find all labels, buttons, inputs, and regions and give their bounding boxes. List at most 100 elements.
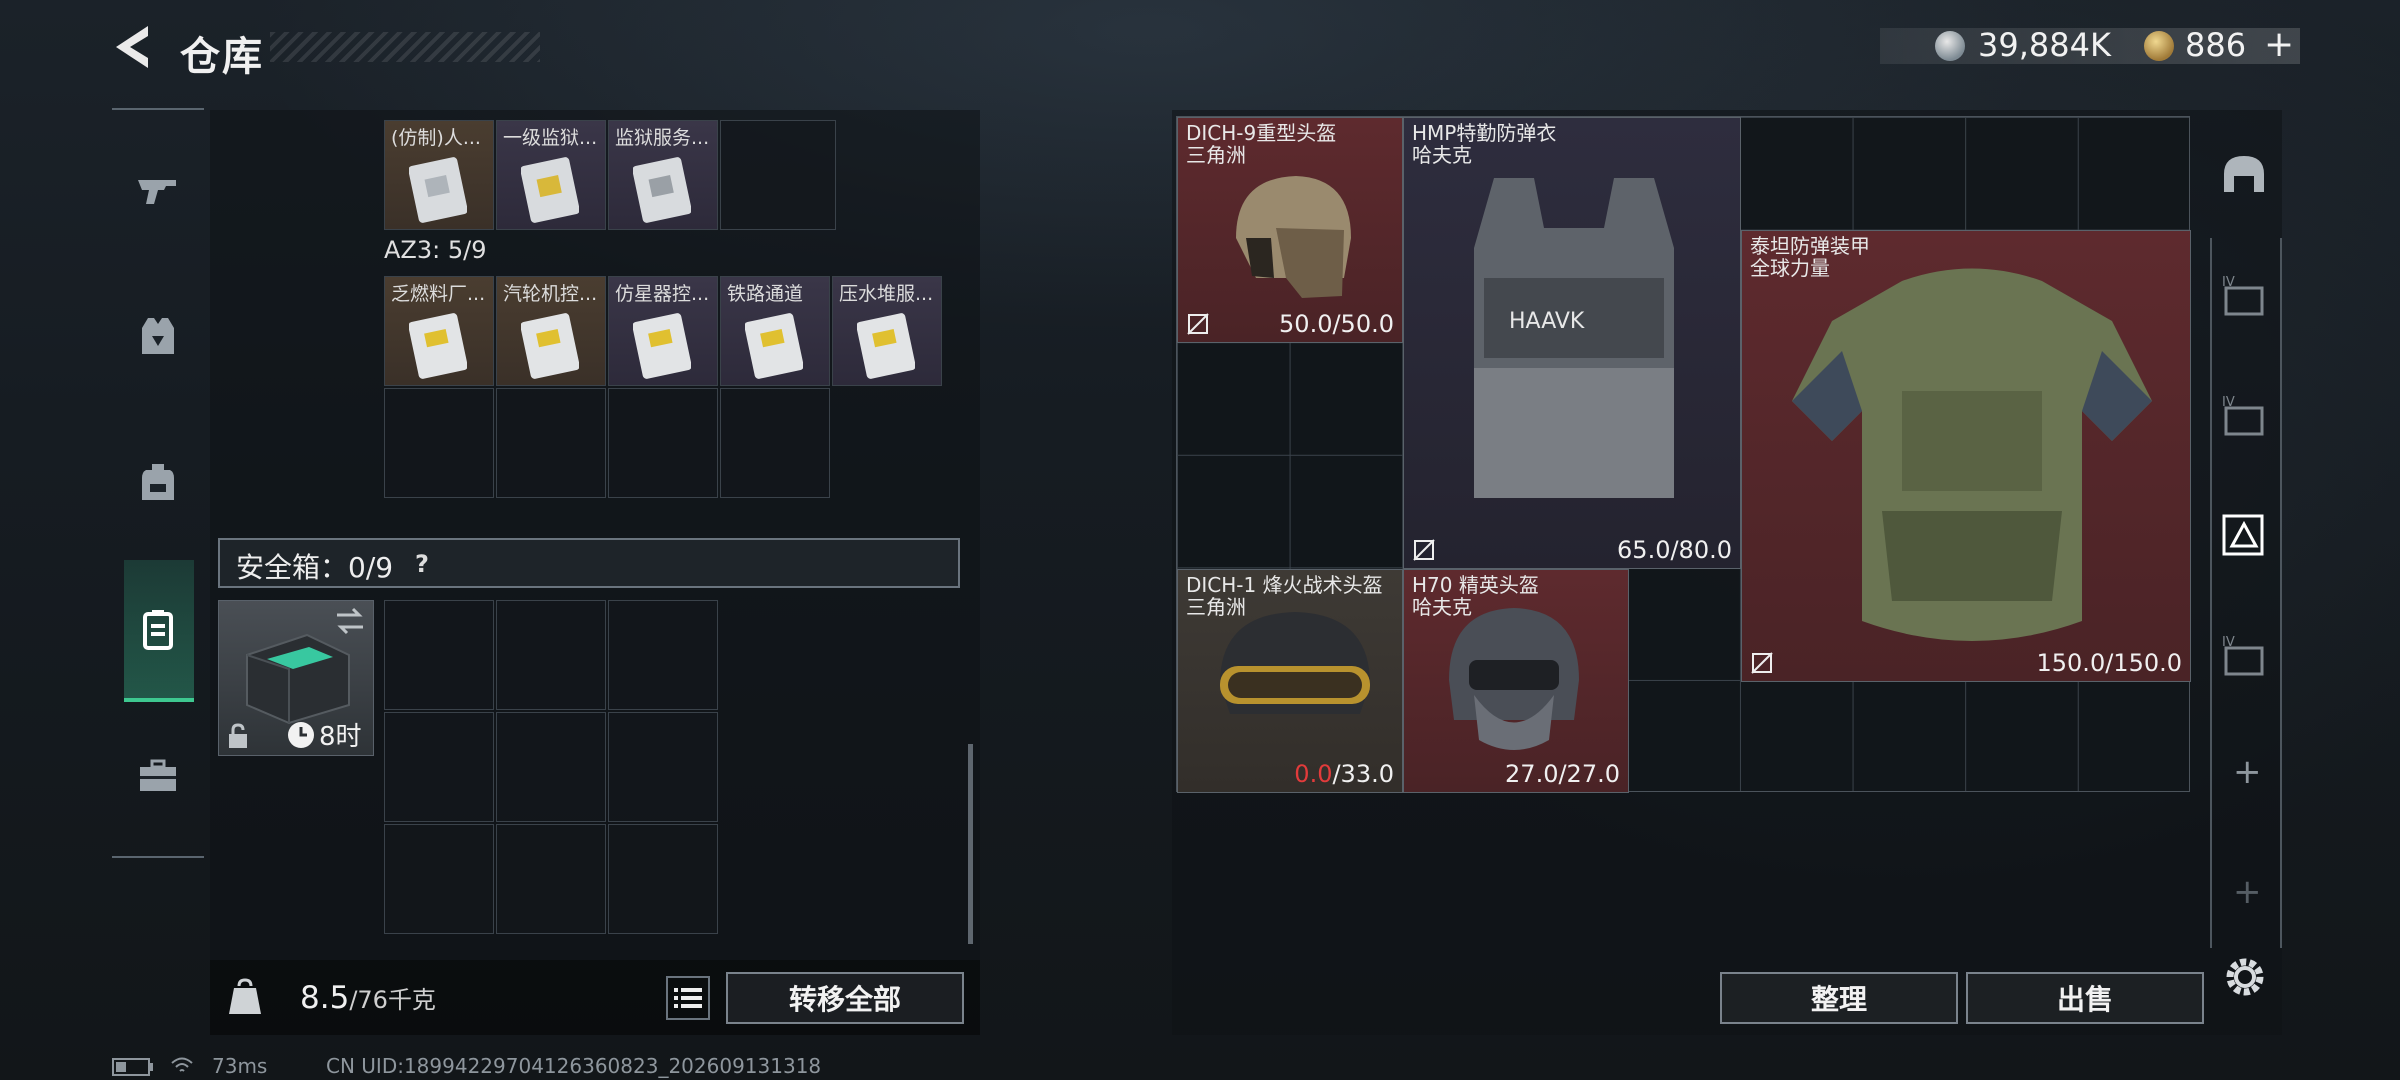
safe-box-label: 安全箱：0/9: [236, 551, 394, 584]
no-sell-icon: [1751, 652, 1773, 674]
item-name: 压水堆服...: [839, 283, 934, 305]
weight-readout: 8.5/76千克: [300, 980, 436, 1016]
empty-slot[interactable]: [384, 388, 494, 498]
helmet-item[interactable]: DICH-9重型头盔 三角洲 50.0/50.0: [1177, 117, 1403, 343]
keycard-slot[interactable]: 汽轮机控...: [496, 276, 606, 386]
gear-slot-column: [2210, 238, 2282, 948]
item-name: 乏燃料厂...: [391, 283, 486, 305]
item-name: DICH-1 烽火战术头盔: [1186, 573, 1383, 597]
briefcase-icon[interactable]: [128, 746, 188, 806]
empty-slot[interactable]: [720, 120, 836, 230]
safe-box-slot[interactable]: [496, 600, 606, 710]
tactical-helmet-icon: [1220, 612, 1370, 714]
no-sell-icon: [1413, 539, 1435, 561]
item-name: 一级监狱...: [503, 127, 598, 149]
backpack-icon[interactable]: [128, 452, 188, 512]
add-slot-button[interactable]: +: [2233, 872, 2262, 912]
currency-premium: 886: [2185, 26, 2247, 64]
currency-hafu-coins: 39,884K: [1978, 26, 2111, 64]
durability: 150.0/150.0: [2036, 649, 2183, 677]
keycard-slot[interactable]: 铁路通道: [720, 276, 830, 386]
wifi-icon: [171, 1057, 193, 1072]
durability: 0.0/33.0: [1294, 760, 1394, 788]
item-name: 汽轮机控...: [503, 283, 598, 305]
clock-icon: [288, 722, 314, 748]
safe-box-slot[interactable]: [496, 712, 606, 822]
lock-icon: [229, 723, 247, 748]
item-name: (仿制)人...: [391, 127, 481, 149]
nav-divider: [112, 108, 204, 110]
settings-gear-icon[interactable]: [2222, 954, 2268, 1000]
keycard-icon: [521, 313, 579, 379]
add-currency-button[interactable]: +: [2264, 24, 2294, 65]
sell-button[interactable]: 出售: [1966, 972, 2204, 1024]
safe-box-timer: 8时: [319, 722, 362, 752]
list-view-button[interactable]: [666, 976, 710, 1020]
item-name: 泰坦防弹装甲: [1750, 234, 1870, 258]
item-name: 监狱服务...: [615, 127, 710, 149]
helmet-item[interactable]: H70 精英头盔 哈夫克 27.0/27.0: [1403, 569, 1629, 793]
item-name: H70 精英头盔: [1412, 573, 1539, 597]
gold-coin-icon: [2144, 31, 2174, 61]
vest-item[interactable]: HMP特勤防弹衣 哈夫克 HAAVK 65.0/80.0: [1403, 117, 1741, 569]
weight-icon: [229, 978, 261, 1014]
swap-icon[interactable]: [335, 607, 365, 635]
empty-slot[interactable]: [496, 388, 606, 498]
body-armor-icon: HAAVK: [1474, 178, 1674, 498]
list-icon: [674, 988, 702, 1008]
keycard-slot[interactable]: (仿制)人...: [384, 120, 494, 230]
help-icon[interactable]: ?: [415, 550, 429, 578]
keycard-slot[interactable]: 一级监狱...: [496, 120, 606, 230]
item-name: HMP特勤防弹衣: [1412, 121, 1557, 145]
armor-slot-1-icon[interactable]: IV: [2220, 272, 2268, 320]
empty-slot[interactable]: [720, 388, 830, 498]
safe-box-slot[interactable]: [384, 824, 494, 934]
back-arrow-icon[interactable]: [108, 22, 156, 72]
container-az3-label: AZ3: 5/9: [384, 236, 487, 264]
ping-readout: 73ms: [212, 1054, 268, 1078]
sort-button[interactable]: 整理: [1720, 972, 1958, 1024]
item-name: DICH-9重型头盔: [1186, 121, 1337, 145]
safe-box-slot[interactable]: [608, 824, 718, 934]
transfer-all-button[interactable]: 转移全部: [726, 972, 964, 1024]
armor-slot-active-icon[interactable]: [2220, 512, 2268, 560]
safe-box-slot[interactable]: [608, 712, 718, 822]
safe-box-item[interactable]: 8时: [218, 600, 374, 756]
keycard-slot[interactable]: 监狱服务...: [608, 120, 718, 230]
case-slot-icon[interactable]: IV: [2220, 632, 2268, 680]
armor-slot-2-icon[interactable]: IV: [2220, 392, 2268, 440]
helmet-slot-icon[interactable]: [2220, 152, 2268, 200]
safe-box-slot[interactable]: [496, 824, 606, 934]
armor-item[interactable]: 泰坦防弹装甲 全球力量 150.0/150.0: [1741, 230, 2191, 682]
keycard-icon: [857, 313, 915, 379]
empty-slot[interactable]: [608, 388, 718, 498]
helmet-icon: [1236, 176, 1351, 298]
no-sell-icon: [1187, 313, 1209, 335]
nav-divider: [112, 856, 204, 858]
keycard-slot[interactable]: 仿星器控...: [608, 276, 718, 386]
safe-box-slot[interactable]: [608, 600, 718, 710]
scrollbar[interactable]: [968, 744, 973, 944]
keycard-icon: [521, 157, 579, 223]
weight-current: 8.5: [300, 980, 350, 1016]
weight-max: /76千克: [349, 986, 436, 1014]
add-slot-button[interactable]: +: [2233, 752, 2262, 792]
armor-vest-icon[interactable]: [128, 306, 188, 366]
item-name: 铁路通道: [727, 283, 804, 305]
gun-icon[interactable]: [128, 160, 188, 220]
item-name: 仿星器控...: [615, 283, 710, 305]
durability-current: 0.0: [1294, 760, 1333, 788]
keycard-slot[interactable]: 压水堆服...: [832, 276, 942, 386]
page-title: 仓库: [180, 34, 264, 80]
safe-box-slot[interactable]: [384, 600, 494, 710]
safebox-icon[interactable]: [128, 600, 188, 660]
vest-logo: HAAVK: [1509, 309, 1585, 334]
safe-box-slot[interactable]: [384, 712, 494, 822]
keycard-slot[interactable]: 乏燃料厂...: [384, 276, 494, 386]
helmet-item[interactable]: DICH-1 烽火战术头盔 三角洲 0.0/33.0: [1177, 569, 1403, 793]
battery-icon: [112, 1058, 153, 1076]
title-decoration: [270, 32, 540, 62]
keycard-icon: [633, 313, 691, 379]
item-faction: 哈夫克: [1412, 143, 1472, 167]
user-uid: CN UID:18994229704126360823_202609131318: [326, 1054, 822, 1078]
